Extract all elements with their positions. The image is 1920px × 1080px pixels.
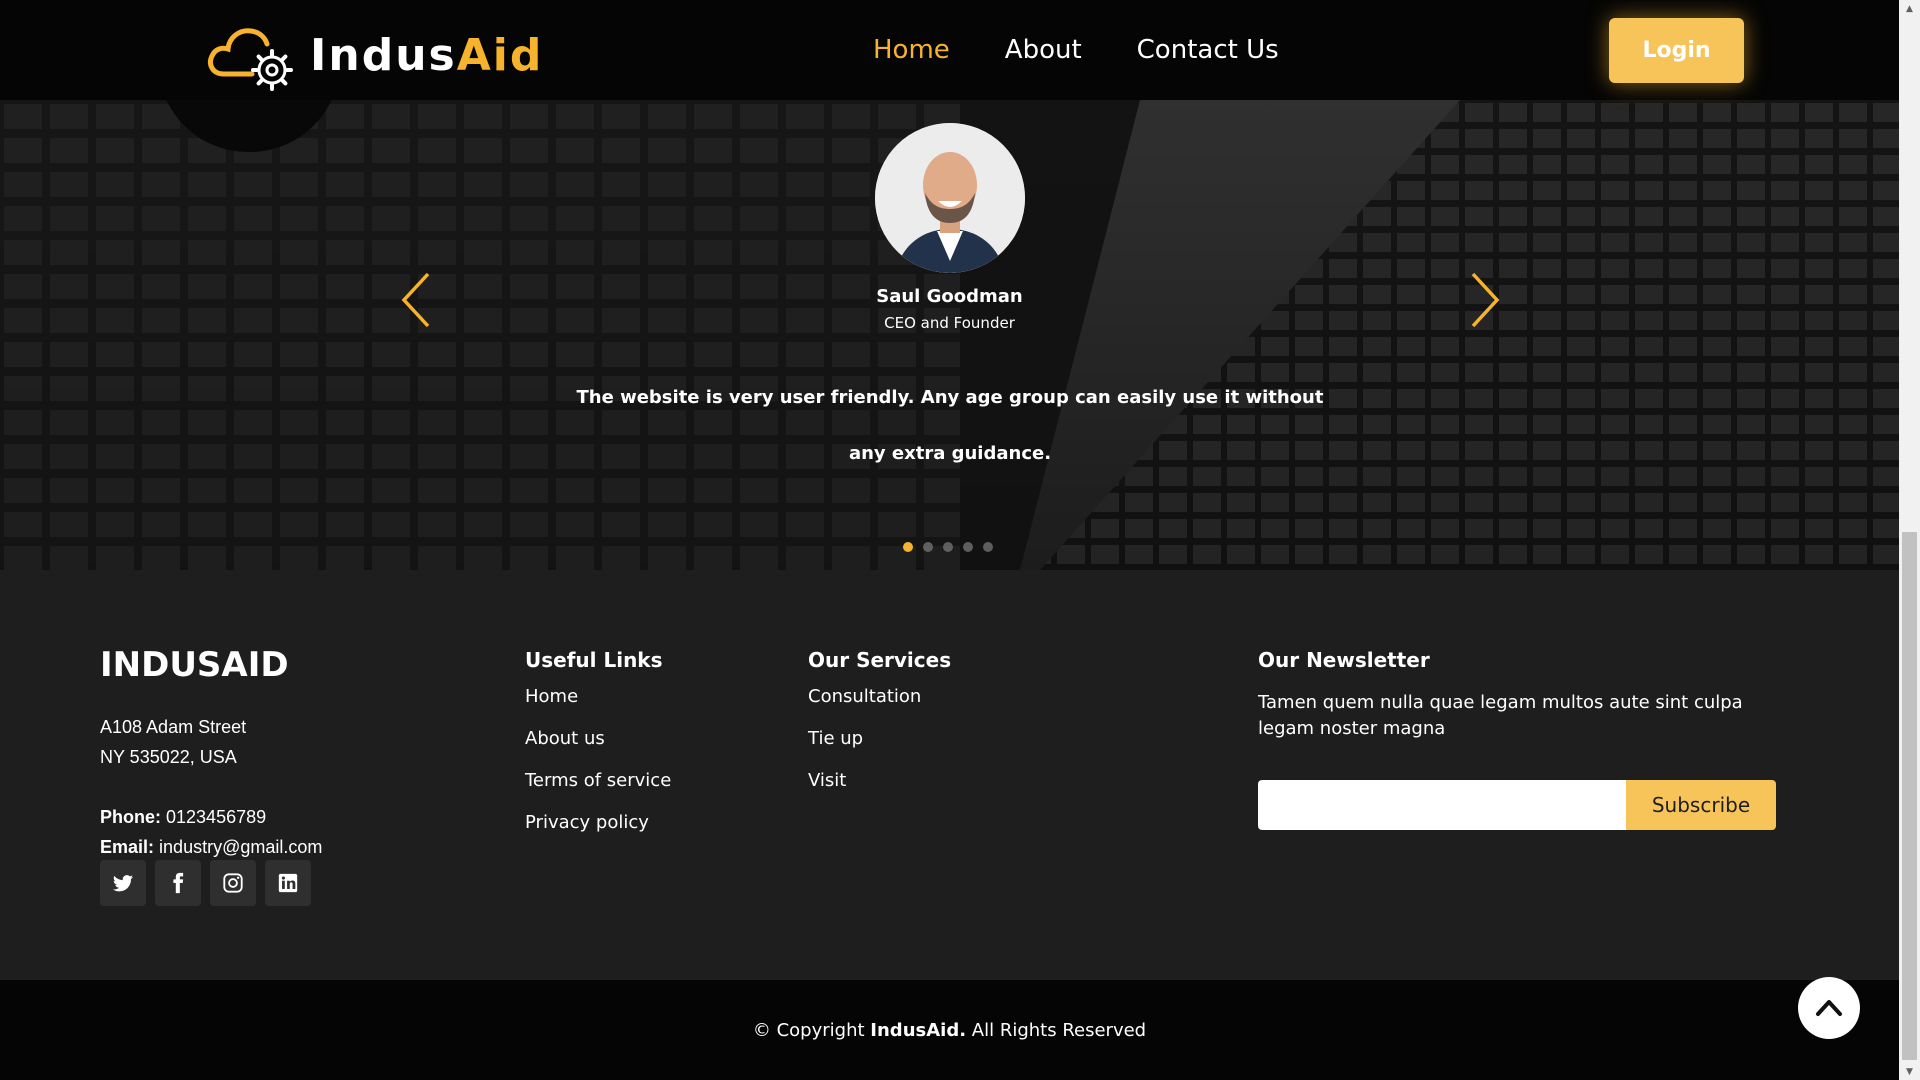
- chevron-left-icon[interactable]: [398, 270, 438, 330]
- chevron-right-icon[interactable]: [1463, 270, 1503, 330]
- footer-contact: Phone: 0123456789 Email: industry@gmail.…: [100, 802, 322, 862]
- page-scrollbar[interactable]: ▲ ▼: [1899, 0, 1920, 1080]
- nav-home[interactable]: Home: [873, 30, 950, 70]
- newsletter-description: Tamen quem nulla quae legam multos aute …: [1258, 692, 1743, 739]
- footer-address: A108 Adam Street NY 535022, USA: [100, 712, 246, 772]
- instagram-link[interactable]: [210, 860, 256, 906]
- footer-link-privacy[interactable]: Privacy policy: [525, 802, 671, 844]
- testimonial-name: Saul Goodman: [876, 286, 1023, 307]
- phone-value: 0123456789: [166, 807, 267, 827]
- testimonial-avatar: [875, 123, 1025, 273]
- site-footer: INDUSAID A108 Adam Street NY 535022, USA…: [0, 570, 1899, 980]
- footer-link-about[interactable]: About us: [525, 718, 671, 760]
- newsletter-form: Subscribe: [1258, 780, 1776, 830]
- email-line: Email: industry@gmail.com: [100, 837, 323, 857]
- carousel-dot-1[interactable]: [903, 542, 913, 552]
- useful-links-title: Useful Links: [525, 648, 663, 672]
- testimonial-role: CEO and Founder: [884, 314, 1015, 332]
- phone-line: Phone: 0123456789: [100, 807, 267, 827]
- address-line-1: A108 Adam Street: [100, 717, 247, 737]
- testimonial-section: Saul Goodman CEO and Founder The website…: [0, 100, 1899, 570]
- address-line-2: NY 535022, USA: [100, 747, 237, 767]
- social-links: [100, 860, 320, 906]
- instagram-icon: [223, 873, 243, 893]
- nav-contact[interactable]: Contact Us: [1137, 30, 1279, 70]
- carousel-dot-2[interactable]: [923, 542, 933, 552]
- carousel-indicators: [903, 542, 1003, 552]
- service-tie-up[interactable]: Tie up: [808, 718, 921, 760]
- testimonial-quote: The website is very user friendly. Any a…: [576, 387, 1324, 464]
- carousel-dot-4[interactable]: [963, 542, 973, 552]
- footer-link-home[interactable]: Home: [525, 676, 671, 718]
- nav-about[interactable]: About: [1005, 30, 1082, 70]
- services-title: Our Services: [808, 648, 952, 672]
- copyright-bar: © Copyright IndusAid. All Rights Reserve…: [0, 980, 1899, 1080]
- footer-brand: INDUSAID: [100, 645, 289, 685]
- facebook-link[interactable]: [155, 860, 201, 906]
- linkedin-icon: [278, 873, 298, 893]
- linkedin-link[interactable]: [265, 860, 311, 906]
- subscribe-button[interactable]: Subscribe: [1626, 780, 1776, 830]
- twitter-link[interactable]: [100, 860, 146, 906]
- site-logo[interactable]: IndusAid: [206, 18, 543, 92]
- back-to-top-button[interactable]: [1798, 977, 1860, 1039]
- useful-links-list: Home About us Terms of service Privacy p…: [525, 676, 671, 844]
- carousel-dot-3[interactable]: [943, 542, 953, 552]
- service-consultation[interactable]: Consultation: [808, 676, 921, 718]
- scrollbar-thumb[interactable]: [1902, 532, 1917, 1060]
- carousel-dot-5[interactable]: [983, 542, 993, 552]
- footer-link-terms[interactable]: Terms of service: [525, 760, 671, 802]
- scroll-up-arrow-icon[interactable]: ▲: [1899, 0, 1920, 17]
- newsletter-email-input[interactable]: [1258, 780, 1626, 830]
- scroll-down-arrow-icon[interactable]: ▼: [1899, 1063, 1920, 1080]
- cloud-gear-icon: [208, 28, 293, 91]
- logo-text: IndusAid: [310, 29, 544, 81]
- main-nav: Home About Contact Us: [873, 30, 1334, 70]
- chevron-up-icon: [1816, 1000, 1842, 1016]
- service-visit[interactable]: Visit: [808, 760, 921, 802]
- copyright-text: © Copyright IndusAid. All Rights Reserve…: [752, 1020, 1147, 1041]
- twitter-icon: [112, 875, 134, 892]
- email-value: industry@gmail.com: [159, 837, 323, 857]
- person-photo: [875, 123, 1025, 273]
- facebook-icon: [173, 872, 184, 894]
- login-button[interactable]: Login: [1609, 18, 1744, 83]
- newsletter-title: Our Newsletter: [1258, 648, 1430, 672]
- services-list: Consultation Tie up Visit: [808, 676, 921, 802]
